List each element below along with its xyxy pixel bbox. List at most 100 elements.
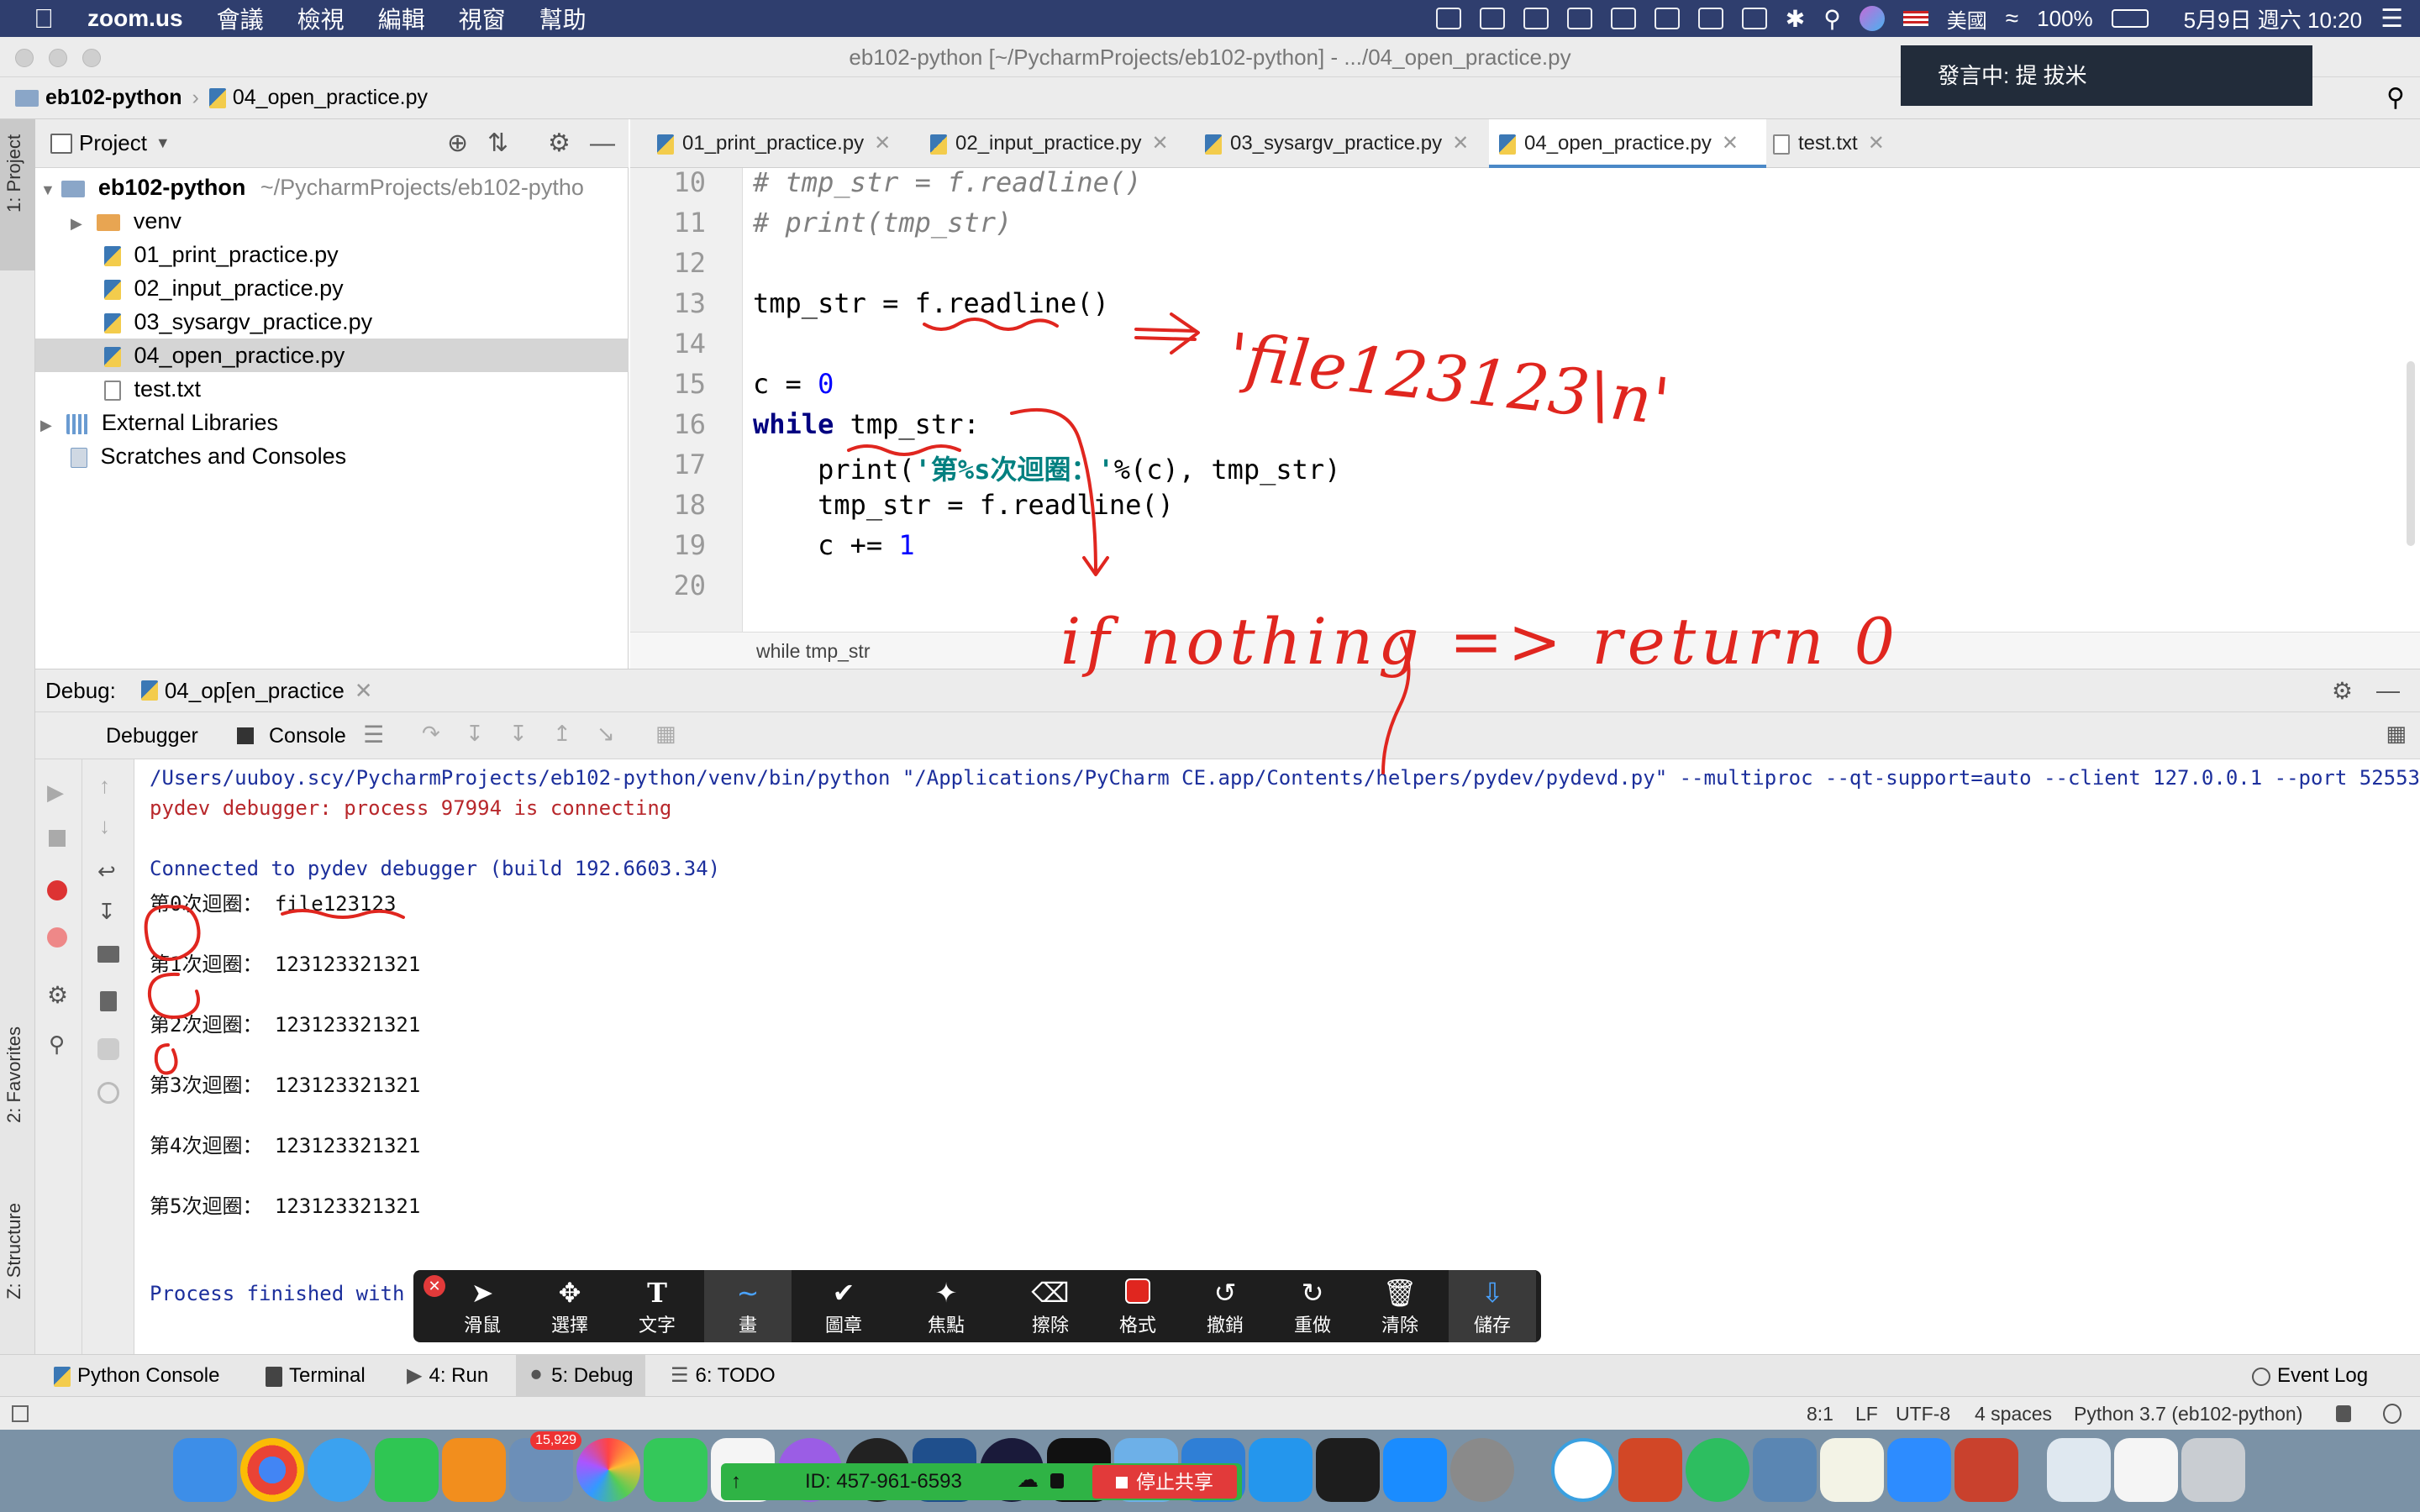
tool-eraser[interactable]: ⌫ 擦除 (1007, 1270, 1094, 1342)
chrome-icon[interactable] (240, 1438, 304, 1502)
clock-icon[interactable] (97, 1082, 119, 1104)
view-breakpoints-icon[interactable] (47, 880, 67, 900)
trash-can-icon[interactable] (2181, 1438, 2245, 1502)
pin-icon[interactable]: ⚲ (49, 1032, 65, 1058)
caret-position[interactable]: 8:1 (1807, 1397, 1833, 1431)
wd-icon[interactable] (1523, 8, 1549, 29)
siri-icon[interactable] (1859, 6, 1885, 31)
close-icon[interactable]: ✕ (355, 678, 373, 704)
resume-icon[interactable]: ▶ (47, 780, 64, 806)
python-interpreter[interactable]: Python 3.7 (eb102-python) (2074, 1397, 2302, 1431)
clock[interactable]: 5月9日 週六 10:20 (2184, 3, 2362, 34)
tool-draw[interactable]: ∼ 畫 (704, 1270, 792, 1342)
step-out-icon[interactable]: ↥ (553, 721, 571, 747)
collapse-arrow-icon[interactable]: ▶ (40, 417, 52, 433)
menu-meeting[interactable]: 會議 (217, 2, 264, 35)
tab-debugger[interactable]: Debugger (106, 724, 198, 748)
console-output[interactable]: /Users/uuboy.scy/PycharmProjects/eb102-p… (134, 759, 2420, 1354)
battery-label[interactable]: 100% (2037, 6, 2093, 32)
line-separator[interactable]: LF (1855, 1397, 1878, 1431)
stop-share-button[interactable]: 停止共享 (1092, 1465, 1237, 1499)
code-editor[interactable]: # tmp_str = f.readline() # print(tmp_str… (743, 166, 2420, 638)
preview-icon[interactable] (1753, 1438, 1817, 1502)
wifi-icon[interactable]: ≈ (2006, 5, 2018, 32)
close-icon[interactable]: ✕ (1151, 132, 1168, 155)
tab-terminal[interactable]: Terminal (266, 1355, 366, 1397)
tree-item-file-selected[interactable]: 04_open_practice.py (35, 339, 629, 372)
locale-label[interactable]: 美國 (1947, 4, 1987, 34)
down-arrow-icon[interactable]: ↓ (99, 813, 110, 839)
tree-item-external-libraries[interactable]: ▶ External Libraries (35, 406, 629, 439)
time-machine-icon[interactable] (1741, 8, 1767, 29)
gear-icon[interactable]: ⚙ (548, 129, 571, 158)
close-icon[interactable]: ✕ (874, 132, 891, 155)
tree-item-file[interactable]: 01_print_practice.py (35, 238, 629, 271)
tool-format[interactable]: 格式 (1094, 1270, 1181, 1342)
collapse-arrow-icon[interactable]: ▶ (71, 215, 82, 232)
expand-arrow-icon[interactable]: ▼ (40, 181, 55, 198)
layout-icon[interactable]: ▦ (2386, 721, 2407, 747)
camera-icon[interactable] (1435, 8, 1461, 29)
tool-clear[interactable]: 🗑 清除 (1356, 1270, 1444, 1342)
grid-icon[interactable] (1654, 8, 1680, 29)
step-into-icon[interactable]: ↧ (466, 721, 484, 747)
step-over-icon[interactable]: ↷ (422, 721, 440, 747)
tree-item-scratches[interactable]: Scratches and Consoles (35, 439, 629, 473)
evernote-app-icon[interactable] (1686, 1438, 1749, 1502)
menu-window[interactable]: 視窗 (459, 2, 506, 35)
nav-file[interactable]: 04_open_practice.py (233, 86, 428, 110)
screen-icon[interactable] (1479, 8, 1505, 29)
editor-scrollbar[interactable] (2407, 361, 2415, 546)
close-icon[interactable]: ✕ (1868, 132, 1885, 155)
menu-help[interactable]: 幫助 (539, 2, 587, 35)
tool-select[interactable]: ✥ 選擇 (526, 1270, 613, 1342)
gear-icon[interactable]: ⚙ (2332, 677, 2353, 705)
gear-icon[interactable]: ⚙ (47, 981, 68, 1009)
code-breadcrumb[interactable]: while tmp_str (756, 640, 870, 662)
print-icon[interactable] (97, 946, 119, 963)
up-arrow-icon[interactable]: ↑ (99, 773, 110, 799)
zoom-window-button[interactable] (82, 49, 101, 67)
tool-spotlight[interactable]: ✦ 焦點 (902, 1270, 990, 1342)
lock-icon[interactable] (2336, 1405, 2351, 1422)
cloud-icon[interactable] (1610, 8, 1636, 29)
system-preferences-icon[interactable] (1450, 1438, 1514, 1502)
layout-toggle-icon[interactable] (12, 1405, 29, 1422)
safari-icon[interactable] (308, 1438, 371, 1502)
documents-folder-icon[interactable] (2047, 1438, 2111, 1502)
debug-session-tab[interactable]: 04_op[en_practice (165, 678, 345, 704)
step-into-my-code-icon[interactable]: ↧ (509, 721, 528, 747)
tree-item-file[interactable]: 03_sysargv_practice.py (35, 305, 629, 339)
nav-project[interactable]: eb102-python (45, 86, 182, 110)
hide-panel-icon[interactable]: — (590, 129, 615, 158)
soft-wrap-icon[interactable]: ↩ (97, 858, 116, 885)
tab-debug[interactable]: ⚫ 5: Debug (516, 1355, 645, 1397)
indent-setting[interactable]: 4 spaces (1975, 1397, 2052, 1431)
python-icon[interactable] (97, 1038, 119, 1060)
tool-mouse[interactable]: ➤ 滑鼠 (439, 1270, 526, 1342)
mail-app-icon[interactable]: 15,929 (509, 1431, 581, 1502)
close-window-button[interactable] (15, 49, 34, 67)
close-icon[interactable]: ✕ (1452, 132, 1469, 155)
tab-test-txt[interactable]: test.txt ✕ (1763, 119, 1885, 168)
battery-icon[interactable] (2111, 9, 2149, 28)
sublime-icon[interactable] (442, 1438, 506, 1502)
docker-app-icon[interactable] (1249, 1438, 1313, 1502)
menu-view[interactable]: 檢視 (297, 2, 345, 35)
project-tool-tab[interactable]: 1: Project (3, 134, 25, 213)
event-log[interactable]: Event Log (2252, 1355, 2368, 1397)
tree-item-venv[interactable]: ▶ venv (35, 204, 629, 238)
favorites-tool-tab[interactable]: 2: Favorites (3, 1026, 25, 1123)
run-to-cursor-icon[interactable]: ↘ (597, 721, 615, 747)
notification-center-icon[interactable]: ☰ (2381, 4, 2403, 34)
terminal-app-icon[interactable] (1316, 1438, 1380, 1502)
tree-item-file[interactable]: test.txt (35, 372, 629, 406)
powerpoint-icon[interactable] (1618, 1438, 1682, 1502)
evernote-icon[interactable] (1697, 8, 1723, 29)
facetime-icon[interactable] (644, 1438, 708, 1502)
tab-01-print[interactable]: 01_print_practice.py ✕ (647, 119, 891, 168)
tool-stamp[interactable]: ✔ 圖章 (800, 1270, 887, 1342)
stop-icon[interactable] (49, 830, 66, 847)
minimize-window-button[interactable] (49, 49, 67, 67)
tab-run[interactable]: ▶ 4: Run (407, 1355, 488, 1397)
